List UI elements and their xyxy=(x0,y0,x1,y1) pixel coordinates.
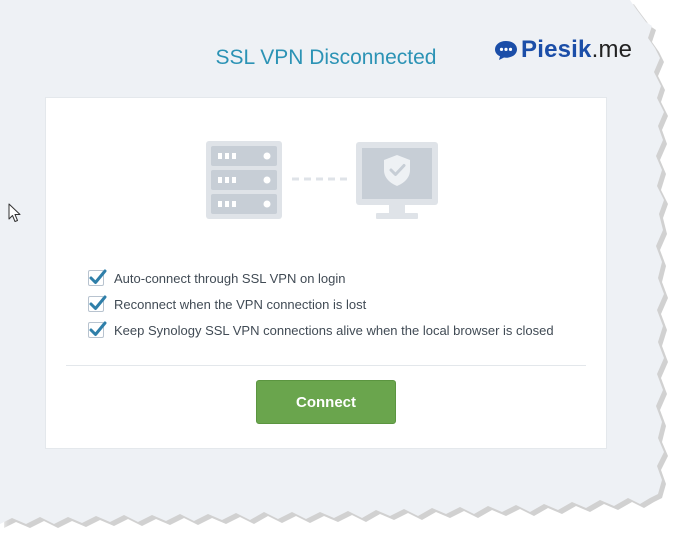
checkmark-icon xyxy=(89,295,107,310)
speech-bubble-icon xyxy=(495,41,517,60)
checkmark-icon xyxy=(89,269,107,284)
monitor-shield-icon xyxy=(356,142,438,219)
server-icon xyxy=(206,141,282,219)
brand-watermark: Piesik.me xyxy=(494,36,632,64)
screenshot-frame: SSL VPN Disconnected Piesik.me Auto-conn… xyxy=(0,0,685,554)
window-background: SSL VPN Disconnected Piesik.me Auto-conn… xyxy=(0,0,664,524)
connection-illustration xyxy=(206,141,438,219)
option-auto-connect: Auto-connect through SSL VPN on login xyxy=(88,265,554,291)
option-keep-alive: Keep Synology SSL VPN connections alive … xyxy=(88,317,554,343)
auto-connect-label: Auto-connect through SSL VPN on login xyxy=(114,270,346,286)
option-reconnect: Reconnect when the VPN connection is los… xyxy=(88,291,554,317)
keep-alive-checkbox[interactable] xyxy=(88,321,107,338)
mouse-cursor-icon xyxy=(8,203,21,222)
brand-name: Piesik.me xyxy=(521,36,633,63)
divider xyxy=(66,365,586,366)
connect-button[interactable]: Connect xyxy=(256,380,396,424)
vpn-status-panel: Auto-connect through SSL VPN on login Re… xyxy=(46,98,606,448)
reconnect-label: Reconnect when the VPN connection is los… xyxy=(114,296,367,312)
keep-alive-label: Keep Synology SSL VPN connections alive … xyxy=(114,322,554,338)
reconnect-checkbox[interactable] xyxy=(88,295,107,312)
vpn-options-list: Auto-connect through SSL VPN on login Re… xyxy=(88,265,554,343)
checkmark-icon xyxy=(89,321,107,336)
auto-connect-checkbox[interactable] xyxy=(88,269,107,286)
